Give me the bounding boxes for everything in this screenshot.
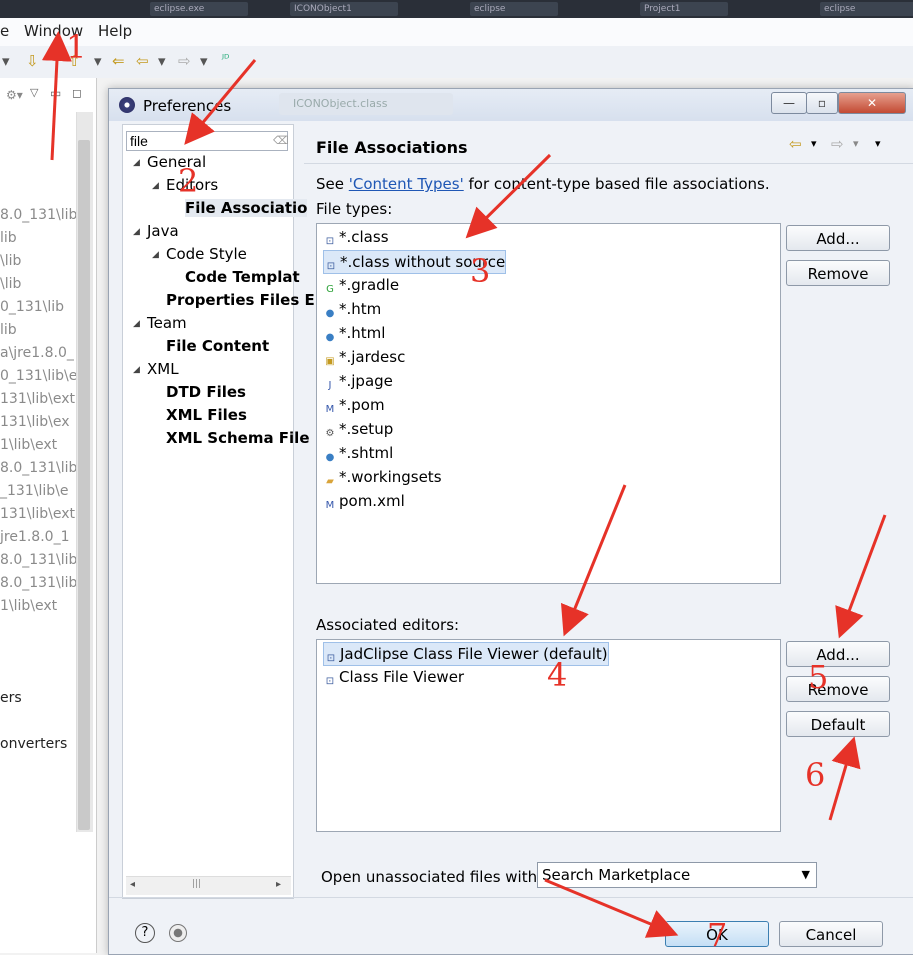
annotation-number: 1 bbox=[66, 28, 87, 66]
annotation-number: 5 bbox=[808, 658, 829, 696]
annotation-arrow-6 bbox=[828, 736, 861, 821]
annotation-arrow-4 bbox=[560, 484, 627, 637]
annotation-arrow-2 bbox=[184, 59, 257, 145]
annotation-arrows bbox=[41, 31, 887, 938]
annotation-number: 4 bbox=[547, 656, 568, 694]
annotation-arrow-3 bbox=[465, 153, 552, 239]
annotation-arrow-1 bbox=[41, 31, 72, 161]
annotation-number: 2 bbox=[178, 162, 199, 200]
annotation-number: 7 bbox=[707, 916, 728, 954]
annotation-arrow-7 bbox=[544, 878, 679, 938]
annotation-arrow-5 bbox=[835, 514, 887, 639]
annotation-number: 6 bbox=[805, 756, 826, 794]
annotation-number: 3 bbox=[470, 252, 491, 290]
